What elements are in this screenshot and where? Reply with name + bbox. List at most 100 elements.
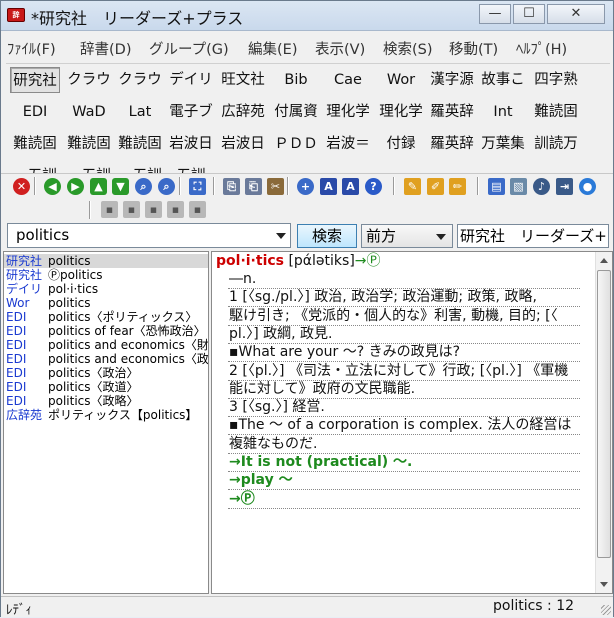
search-input[interactable]: politics [7,223,291,248]
pin-icon[interactable]: ▪ [167,201,184,218]
find-icon[interactable]: ⌕ [135,178,152,195]
resize-grip-icon[interactable] [601,605,611,615]
highlight-icon[interactable]: ✏ [449,178,466,195]
menu-item[interactable]: ﾍﾙﾌﾟ(H) [516,38,567,59]
close-button[interactable]: ✕ [547,4,605,24]
list-item[interactable]: 研究社 Ⓟpolitics [4,268,208,282]
export-icon[interactable]: ⇥ [556,178,573,195]
stop-icon[interactable]: ✕ [13,178,30,195]
dictionary-button[interactable]: 岩波日 [167,131,215,157]
dictionary-button[interactable]: 一五訓 [116,163,164,173]
list-item[interactable]: 広辞苑 ポリティックス【politics】 [4,408,208,422]
back-icon[interactable]: ◀ [44,178,61,195]
dictionary-button[interactable]: 電子ブ [167,99,215,125]
list-item[interactable]: EDI politics and economics〈財政 [4,338,208,352]
font-down-icon[interactable]: A [342,178,359,195]
find-next-icon[interactable]: ⌕ [158,178,175,195]
list-item[interactable]: EDI politics and economics〈政経 [4,352,208,366]
dictionary-button[interactable]: Int [479,99,527,125]
dictionary-button[interactable]: 研究社 [10,67,60,93]
font-up-icon[interactable]: A [320,178,337,195]
dictionary-button[interactable]: 難読固 [116,131,164,157]
list-item[interactable]: EDI politics of fear〈恐怖政治〉 [4,324,208,338]
maximize-button[interactable]: ☐ [513,4,545,24]
dictionary-button[interactable]: 訓読万 [531,131,581,157]
menu-item[interactable]: 移動(T) [449,38,498,59]
image-icon[interactable]: ▧ [510,178,527,195]
menu-item[interactable]: ﾌｧｲﾙ(F) [7,38,56,59]
dictionary-button[interactable]: WaD [65,99,113,125]
dictionary-button[interactable]: クラウ [116,67,164,93]
memo-icon[interactable]: ✐ [427,178,444,195]
dictionary-button[interactable]: 理化学 [323,99,373,125]
bookmark-icon[interactable]: ▪ [101,201,118,218]
minimize-button[interactable]: — [479,4,511,24]
dictionary-button[interactable]: 旺文社 [218,67,268,93]
dictionary-button[interactable]: EDI [10,99,60,125]
list-item[interactable]: EDI politics〈政略〉 [4,394,208,408]
dictionary-button[interactable]: 難読固 [531,99,581,125]
help-icon[interactable]: ? [365,178,382,195]
menu-item[interactable]: グループ(G) [149,38,229,59]
sound-icon[interactable]: ♪ [533,178,550,195]
menu-item[interactable]: 表示(V) [315,38,365,59]
dictionary-button[interactable]: デイリ [167,67,215,93]
marker-icon[interactable]: ✎ [404,178,421,195]
down-icon[interactable]: ▼ [112,178,129,195]
dictionary-button[interactable]: 四字熟 [531,67,581,93]
dictionary-button[interactable]: 付属資 [272,99,320,125]
menu-item[interactable]: 検索(S) [383,38,433,59]
dictionary-button[interactable]: ＰＤＤ [272,131,320,157]
scroll-down-icon[interactable] [600,582,608,587]
dictionary-button[interactable]: 岩波＝ [323,131,373,157]
search-button[interactable]: 検索 [297,224,357,248]
list-item[interactable]: EDI politics〈政治〉 [4,366,208,380]
forward-icon[interactable]: ▶ [67,178,84,195]
entry-link[interactable]: →Ⓟ [229,491,255,508]
dictionary-button[interactable]: 羅英辞 [427,99,477,125]
dictionary-button[interactable]: 一五訓 [10,163,60,173]
zoom-in-icon[interactable]: + [297,178,314,195]
pane-icon[interactable]: ▤ [488,178,505,195]
dictionary-button[interactable]: 万葉集 [479,131,527,157]
menu-item[interactable]: 辞書(D) [80,38,131,59]
list-item[interactable]: EDI politics〈政道〉 [4,380,208,394]
dictionary-button[interactable]: 付録 [377,131,425,157]
fullscreen-icon[interactable]: ⛶ [189,178,206,195]
entry-link[interactable]: →It is not (practical) ～. [229,454,412,471]
vertical-scrollbar[interactable] [595,252,612,593]
undo-icon[interactable]: ▪ [189,201,206,218]
dictionary-button[interactable]: 一五訓 [65,163,113,173]
list-item[interactable]: Wor politics [4,296,208,310]
entry-head-link[interactable]: →Ⓟ [355,253,381,269]
dictionary-select[interactable]: 研究社 リーダーズ+プラス [457,224,609,248]
dictionary-button[interactable]: 羅英辞 [427,131,477,157]
dictionary-button[interactable]: 岩波日 [218,131,268,157]
dictionary-button[interactable]: 漢字源 [427,67,477,93]
list-item[interactable]: EDI politics〈ポリティックス〉 [4,310,208,324]
dictionary-button[interactable]: 故事こ [479,67,527,93]
dictionary-button[interactable]: 難読固 [65,131,113,157]
paste-icon[interactable]: ⎗ [245,178,262,195]
up-icon[interactable]: ▲ [90,178,107,195]
scrollbar-thumb[interactable] [597,270,611,558]
dictionary-button[interactable]: Bib [272,67,320,93]
dictionary-button[interactable]: Lat [116,99,164,125]
dictionary-button[interactable]: 広辞苑 [218,99,268,125]
search-history-dropdown-icon[interactable] [276,233,286,239]
entry-link[interactable]: →play ～ [229,472,293,489]
dictionary-button[interactable]: クラウ [65,67,113,93]
tree-icon[interactable]: ▪ [145,201,162,218]
list-icon[interactable]: ▪ [123,201,140,218]
dictionary-button[interactable]: 難読固 [10,131,60,157]
menu-item[interactable]: 編集(E) [248,38,297,59]
dictionary-button[interactable]: 五訓 [167,163,215,173]
dictionary-button[interactable]: Cae [323,67,373,93]
list-item[interactable]: デイリ pol·i·tics [4,282,208,296]
list-item[interactable]: 研究社 politics [4,254,208,268]
dictionary-button[interactable]: 理化学 [377,99,425,125]
search-mode-select[interactable]: 前方 [361,224,453,248]
scroll-up-icon[interactable] [600,258,608,263]
entry-view[interactable]: pol·i·tics [pάlətiks]→Ⓟ ―n. 1 [〈sg./pl.〉]… [211,251,613,594]
result-list[interactable]: 研究社 politics 研究社 Ⓟpolitics デイリ pol·i·tics Wor p… [3,251,209,594]
